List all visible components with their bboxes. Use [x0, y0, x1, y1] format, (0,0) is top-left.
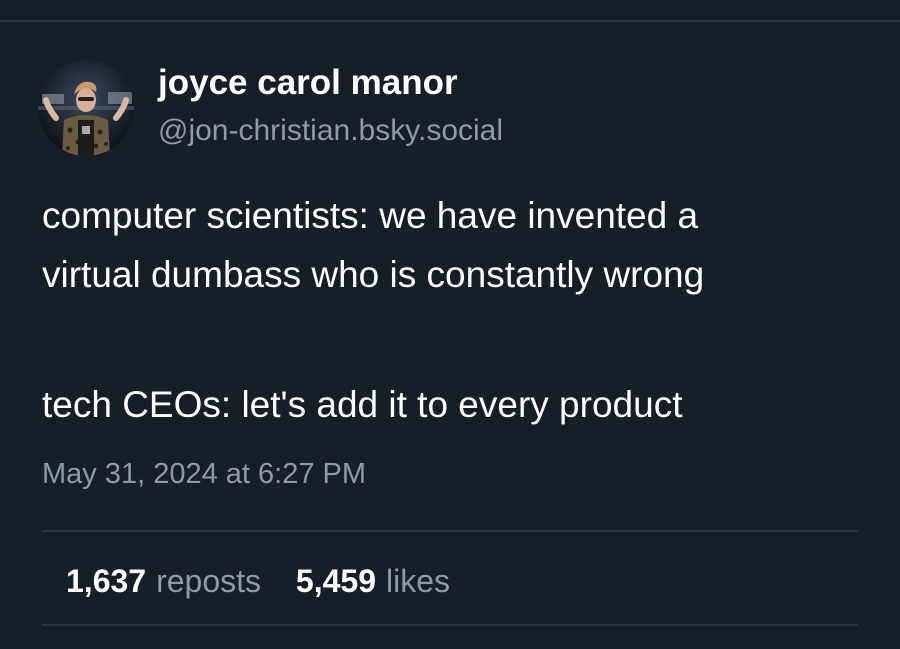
author-display-name[interactable]: joyce carol manor — [158, 61, 503, 105]
reposts-count: 1,637 — [66, 563, 147, 599]
avatar[interactable] — [38, 60, 134, 156]
post-timestamp: May 31, 2024 at 6:27 PM — [42, 458, 367, 490]
top-divider — [0, 20, 900, 22]
post-stats: 1,637 reposts 5,459 likes — [66, 558, 450, 604]
post-text-line: computer scientists: we have invented a — [42, 195, 699, 236]
likes-label: likes — [385, 563, 450, 599]
avatar-image — [38, 60, 134, 156]
post-text-line: tech CEOs: let's add it to every product — [42, 384, 683, 425]
reposts-stat[interactable]: 1,637 reposts — [66, 558, 261, 604]
post-text: computer scientists: we have invented a … — [42, 186, 882, 434]
stats-divider-top — [42, 530, 858, 532]
likes-count: 5,459 — [295, 563, 376, 599]
stats-divider-bottom — [42, 624, 858, 626]
likes-stat[interactable]: 5,459 likes — [296, 558, 450, 604]
post-text-blank-line — [42, 304, 882, 375]
post-text-line: virtual dumbass who is constantly wrong — [42, 254, 705, 295]
post-detail-view: joyce carol manor @jon-christian.bsky.so… — [0, 0, 900, 649]
author-names: joyce carol manor @jon-christian.bsky.so… — [158, 61, 503, 153]
author-handle[interactable]: @jon-christian.bsky.social — [158, 109, 503, 153]
post-header: joyce carol manor @jon-christian.bsky.so… — [38, 60, 503, 156]
reposts-label: reposts — [156, 563, 262, 599]
